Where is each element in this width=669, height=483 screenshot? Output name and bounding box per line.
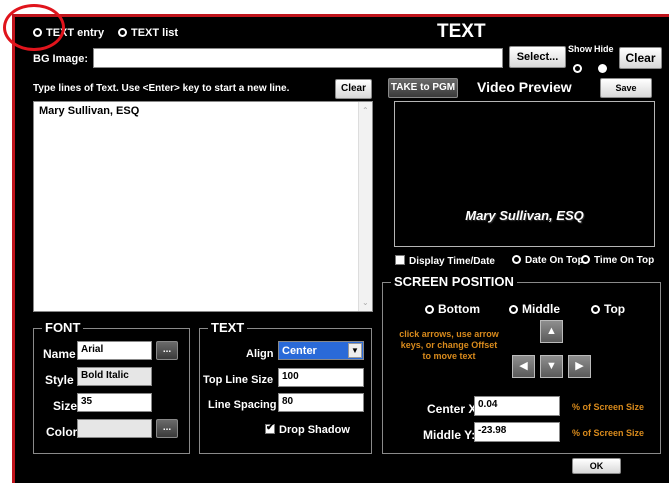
arrow-right-icon: ▶: [575, 360, 584, 372]
font-color-label: Color: [46, 425, 78, 439]
align-label: Align: [246, 348, 274, 360]
position-middle-radio[interactable]: Middle: [509, 302, 560, 316]
text-list-label: TEXT list: [131, 27, 179, 39]
text-scrollbar[interactable]: ⌃ ⌄: [358, 102, 372, 311]
arrow-left-icon: ◀: [519, 360, 528, 372]
font-size-label: Size: [53, 399, 78, 413]
align-value: Center: [282, 345, 317, 357]
time-on-top-label: Time On Top: [594, 255, 655, 266]
annotation-circle: [3, 4, 65, 51]
arrow-down-button[interactable]: ▼: [540, 355, 563, 378]
font-color-swatch[interactable]: [77, 419, 152, 438]
center-x-label: Center X:: [427, 402, 481, 416]
top-label: Top: [604, 302, 626, 316]
text-instructions: Type lines of Text. Use <Enter> key to s…: [33, 83, 290, 94]
font-name-field[interactable]: Arial: [77, 341, 152, 360]
drop-shadow-checkbox[interactable]: Drop Shadow: [265, 422, 350, 436]
text-list-radio[interactable]: TEXT list: [118, 27, 178, 39]
hide-radio[interactable]: [598, 59, 611, 77]
font-group-title: FONT: [42, 320, 84, 335]
radio-indicator: [581, 255, 590, 264]
align-select[interactable]: Center ▼: [278, 341, 364, 360]
font-size-field[interactable]: 35: [77, 393, 152, 412]
position-top-radio[interactable]: Top: [591, 302, 625, 316]
show-label: Show: [568, 44, 592, 54]
bg-clear-button[interactable]: Clear: [619, 47, 662, 69]
preview-title: Video Preview: [477, 79, 572, 95]
display-time-date-checkbox[interactable]: Display Time/Date: [395, 255, 495, 267]
bg-image-field[interactable]: [93, 48, 503, 68]
arrow-down-icon: ▼: [546, 360, 557, 372]
radio-indicator: [425, 305, 434, 314]
hide-label: Hide: [594, 44, 614, 54]
arrow-up-button[interactable]: ▲: [540, 320, 563, 343]
select-button[interactable]: Select...: [509, 46, 566, 68]
time-on-top-radio[interactable]: Time On Top: [581, 255, 654, 266]
checkbox-box: [395, 255, 405, 265]
arrow-left-button[interactable]: ◀: [512, 355, 535, 378]
text-options-title: TEXT: [208, 320, 248, 335]
bg-image-label: BG Image:: [33, 53, 89, 65]
preview-text: Mary Sullivan, ESQ: [465, 208, 584, 223]
center-x-unit: % of Screen Size: [572, 402, 645, 412]
drop-shadow-label: Drop Shadow: [279, 424, 350, 436]
position-hint: click arrows, use arrow keys, or change …: [399, 329, 499, 361]
radio-indicator: [118, 28, 127, 37]
video-preview: Mary Sullivan, ESQ: [394, 101, 655, 247]
scroll-down-icon[interactable]: ⌄: [362, 298, 369, 307]
display-time-date-label: Display Time/Date: [409, 256, 495, 267]
text-entry-area[interactable]: Mary Sullivan, ESQ ⌃ ⌄: [33, 101, 373, 312]
checkbox-box: [265, 422, 275, 434]
ok-button[interactable]: OK: [572, 458, 621, 474]
top-line-size-field[interactable]: 100: [278, 368, 364, 387]
font-style-field[interactable]: Bold Italic: [77, 367, 152, 386]
radio-indicator: [512, 255, 521, 264]
position-bottom-radio[interactable]: Bottom: [425, 302, 480, 316]
font-name-label: Name: [43, 347, 76, 361]
radio-indicator: [573, 64, 582, 73]
radio-indicator: [591, 305, 600, 314]
middle-y-field[interactable]: -23.98: [474, 422, 560, 442]
arrow-right-button[interactable]: ▶: [568, 355, 591, 378]
font-browse-button[interactable]: ...: [156, 341, 178, 360]
font-style-label: Style: [45, 373, 74, 387]
color-browse-button[interactable]: ...: [156, 419, 178, 438]
chevron-down-icon[interactable]: ▼: [348, 343, 362, 358]
screen-position-title: SCREEN POSITION: [391, 274, 517, 289]
middle-y-unit: % of Screen Size: [572, 428, 645, 438]
save-png-button[interactable]: Save PNG...: [600, 78, 652, 111]
date-on-top-label: Date On Top: [525, 255, 584, 266]
radio-indicator: [509, 305, 518, 314]
middle-y-label: Middle Y:: [423, 428, 476, 442]
text-clear-button[interactable]: Clear: [335, 79, 372, 99]
line-spacing-label: Line Spacing: [208, 399, 277, 411]
bottom-label: Bottom: [438, 302, 480, 316]
take-to-pgm-button[interactable]: TAKE to PGM: [388, 78, 458, 98]
top-line-size-label: Top Line Size: [203, 374, 274, 386]
show-radio[interactable]: [573, 59, 586, 77]
line-spacing-field[interactable]: 80: [278, 393, 364, 412]
text-entry-content: Mary Sullivan, ESQ: [39, 105, 140, 117]
radio-indicator: [598, 64, 607, 73]
text-dialog: TEXT entry TEXT list TEXT BG Image: Sele…: [12, 14, 669, 483]
middle-label: Middle: [522, 302, 560, 316]
scroll-up-icon[interactable]: ⌃: [362, 106, 369, 115]
date-on-top-radio[interactable]: Date On Top: [512, 255, 584, 266]
arrow-up-icon: ▲: [546, 325, 557, 337]
dialog-title: TEXT: [437, 21, 486, 42]
center-x-field[interactable]: 0.04: [474, 396, 560, 416]
